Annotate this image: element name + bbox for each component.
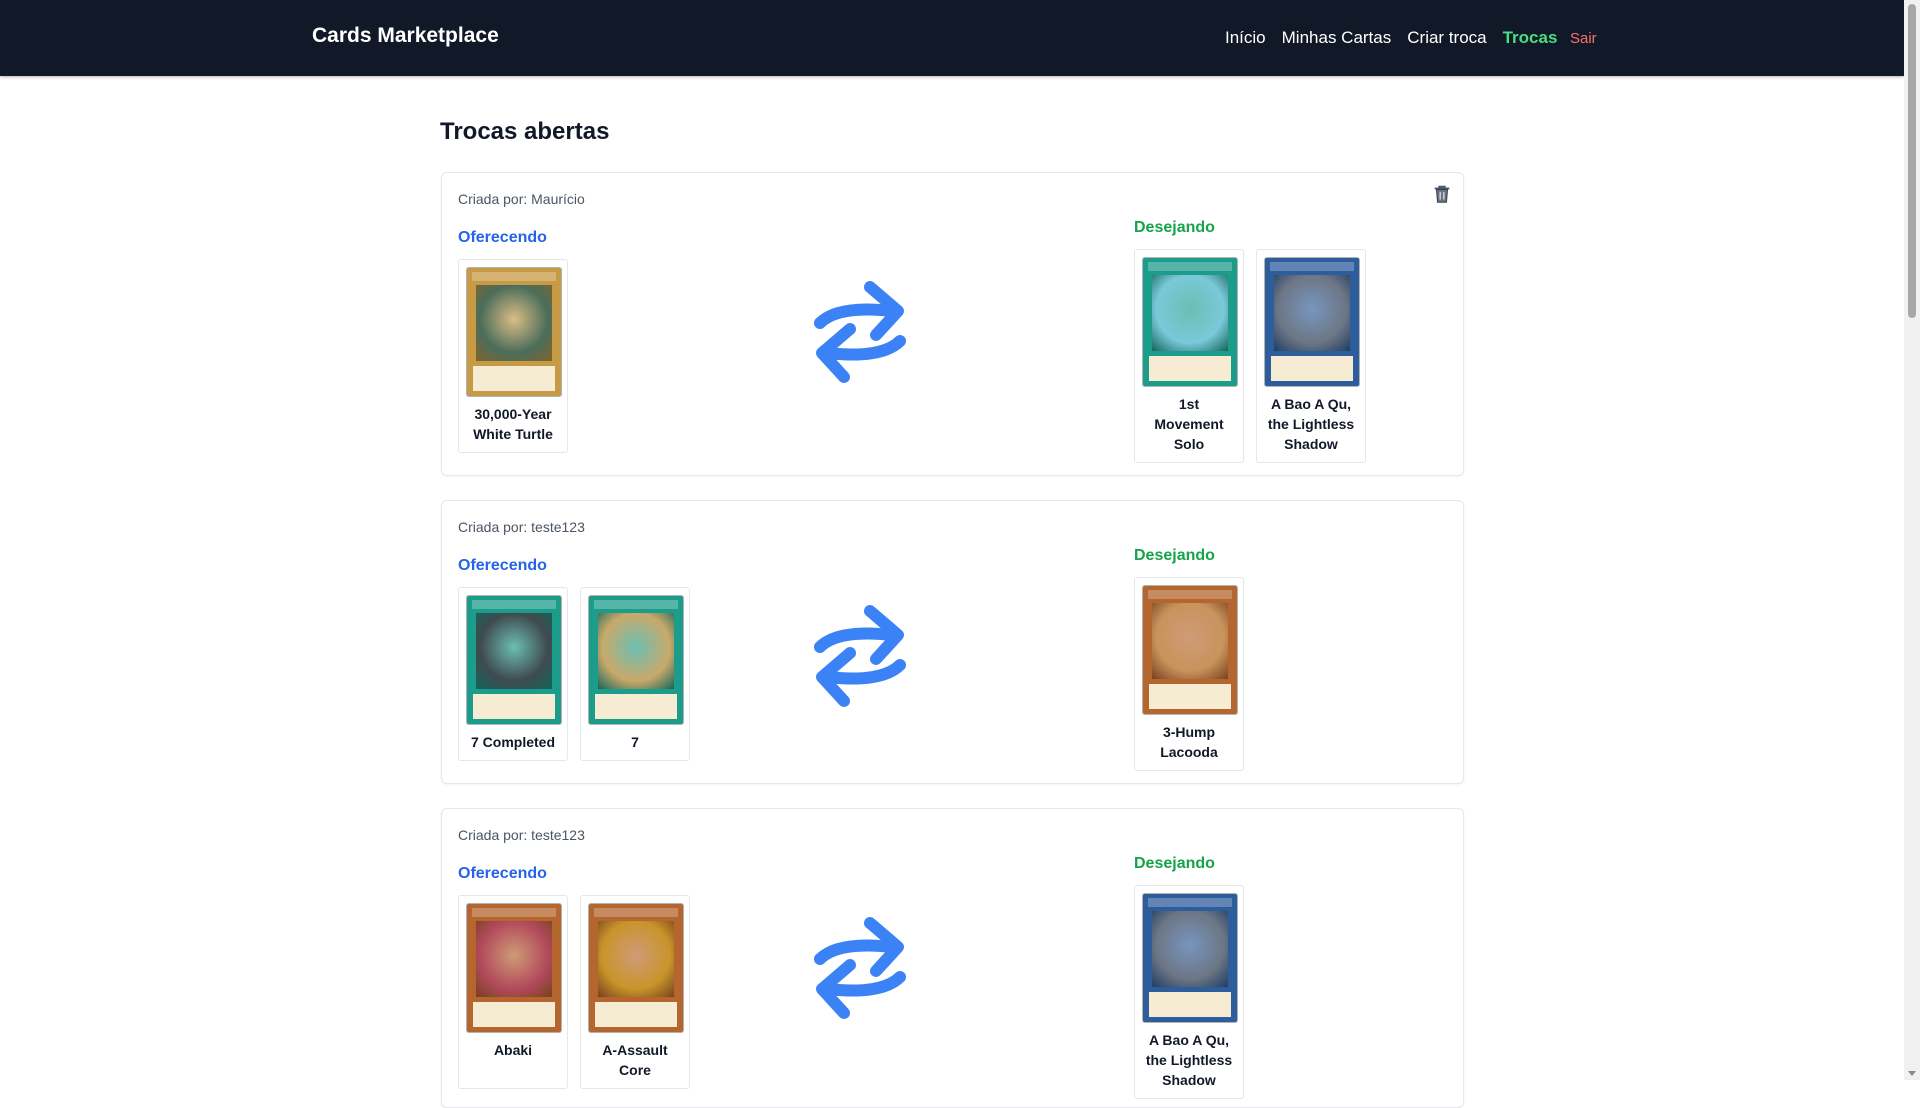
swap-arrows-icon	[814, 917, 906, 1019]
offering-cards: 30,000-Year White Turtle	[458, 259, 568, 453]
swap-arrows-icon	[814, 605, 906, 707]
wanting-cards: 3-Hump Lacooda	[1134, 577, 1244, 771]
nav-link-trocas[interactable]: Trocas	[1503, 28, 1558, 48]
card-item[interactable]: 7	[580, 587, 690, 761]
card-image	[1265, 258, 1359, 386]
page-title: Trocas abertas	[440, 118, 610, 145]
nav-link-inicio[interactable]: Início	[1225, 28, 1266, 48]
card-name: Abaki	[493, 1042, 533, 1058]
card-name: 30,000-Year White Turtle	[473, 406, 553, 442]
wanting-title: Desejando	[1134, 855, 1215, 872]
card-name: 1st Movement Solo	[1154, 396, 1224, 452]
offering-title: Oferecendo	[458, 557, 547, 574]
card-image	[589, 904, 683, 1032]
wanting-title: Desejando	[1134, 547, 1215, 564]
brand-logo[interactable]: Cards Marketplace	[312, 24, 499, 48]
scroll-down-arrow-icon[interactable]	[1908, 1071, 1916, 1076]
card-name: A Bao A Qu, the Lightless Shadow	[1145, 1032, 1233, 1088]
card-name: 7 Completed	[470, 734, 555, 750]
offering-cards: 7 Completed 7	[458, 587, 690, 761]
trade-creator: Criada por: Maurício	[458, 191, 585, 207]
card-item[interactable]: Abaki	[458, 895, 568, 1089]
page-scrollbar[interactable]	[1904, 0, 1920, 1080]
wanting-cards: A Bao A Qu, the Lightless Shadow	[1134, 885, 1244, 1099]
card-image	[467, 268, 561, 396]
trade-card: Criada por: Maurício Oferecendo 30,000-Y…	[441, 172, 1464, 476]
card-image	[467, 596, 561, 724]
card-name: A-Assault Core	[602, 1042, 668, 1078]
offering-title: Oferecendo	[458, 865, 547, 882]
card-name: 7	[631, 734, 639, 750]
card-item[interactable]: 1st Movement Solo	[1134, 249, 1244, 463]
card-image	[1143, 894, 1237, 1022]
trade-creator: Criada por: teste123	[458, 519, 585, 535]
navbar: Cards Marketplace Início Minhas Cartas C…	[0, 0, 1904, 76]
trash-icon[interactable]	[1431, 183, 1453, 205]
card-name: A Bao A Qu, the Lightless Shadow	[1267, 396, 1355, 452]
wanting-cards: 1st Movement Solo A Bao A Qu, the Lightl…	[1134, 249, 1366, 463]
card-image	[467, 904, 561, 1032]
trade-creator: Criada por: teste123	[458, 827, 585, 843]
card-item[interactable]: 3-Hump Lacooda	[1134, 577, 1244, 771]
card-item[interactable]: A Bao A Qu, the Lightless Shadow	[1134, 885, 1244, 1099]
card-image	[1143, 586, 1237, 714]
card-item[interactable]: A Bao A Qu, the Lightless Shadow	[1256, 249, 1366, 463]
nav-link-criar-troca[interactable]: Criar troca	[1407, 28, 1486, 48]
trade-card: Criada por: teste123 Oferecendo 7 Comple…	[441, 500, 1464, 784]
nav-links: Início Minhas Cartas Criar troca Trocas	[1225, 28, 1557, 48]
card-item[interactable]: A-Assault Core	[580, 895, 690, 1089]
card-image	[589, 596, 683, 724]
card-image	[1143, 258, 1237, 386]
wanting-title: Desejando	[1134, 219, 1215, 236]
scrollbar-thumb[interactable]	[1908, 4, 1916, 318]
logout-button[interactable]: Sair	[1570, 30, 1597, 47]
card-item[interactable]: 7 Completed	[458, 587, 568, 761]
trade-card: Criada por: teste123 Oferecendo Abaki A-…	[441, 808, 1464, 1108]
offering-cards: Abaki A-Assault Core	[458, 895, 690, 1089]
card-name: 3-Hump Lacooda	[1160, 724, 1218, 760]
card-item[interactable]: 30,000-Year White Turtle	[458, 259, 568, 453]
swap-arrows-icon	[814, 281, 906, 383]
nav-link-minhas-cartas[interactable]: Minhas Cartas	[1282, 28, 1392, 48]
offering-title: Oferecendo	[458, 229, 547, 246]
